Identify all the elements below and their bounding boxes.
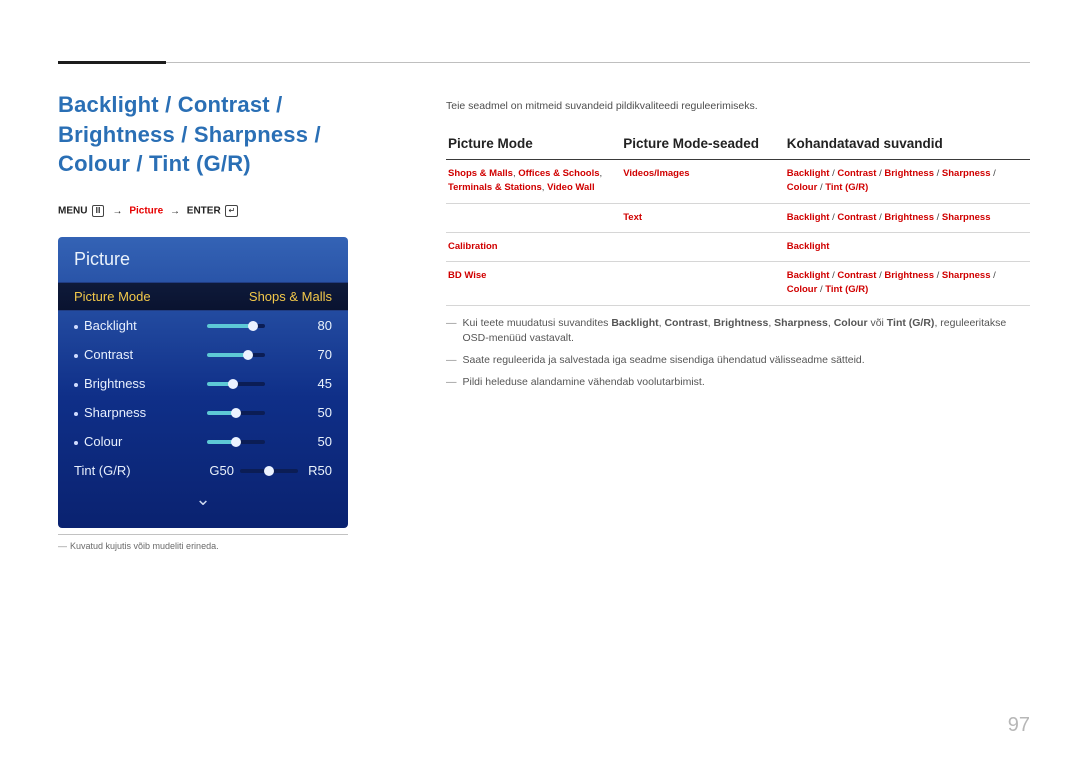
divider: [58, 534, 348, 535]
menu-icon: Ⅲ: [92, 205, 104, 217]
footnote-text: Kuvatud kujutis võib mudeliti erineda.: [70, 541, 219, 551]
arrow-icon: →: [113, 206, 123, 217]
table-cell: Videos/Images: [621, 160, 785, 204]
picture-panel: Picture Picture Mode Shops & Malls Backl…: [58, 237, 348, 528]
tint-slider[interactable]: [240, 469, 298, 473]
enter-label: ENTER: [187, 206, 221, 217]
picture-mode-label: Picture Mode: [74, 289, 151, 304]
chevron-down-icon[interactable]: ⌄: [58, 485, 348, 510]
menu-picture: Picture: [129, 206, 163, 217]
slider[interactable]: [207, 382, 265, 386]
slider-handle[interactable]: [248, 321, 258, 331]
table-cell: [621, 262, 785, 306]
table-row: Shops & Malls, Offices & Schools, Termin…: [446, 160, 1030, 204]
slider[interactable]: [207, 440, 265, 444]
tint-left-value: G50: [174, 463, 240, 478]
menu-path: MENU Ⅲ → Picture → ENTER ↵: [58, 205, 398, 217]
slider-label: Contrast: [84, 347, 133, 362]
table-row: Calibration Backlight: [446, 232, 1030, 261]
note-line: ―Kui teete muudatusi suvandites Backligh…: [446, 316, 1030, 348]
slider-value: 70: [298, 347, 332, 362]
intro-text: Teie seadmel on mitmeid suvandeid pildik…: [446, 100, 1030, 112]
footnote: ―Kuvatud kujutis võib mudeliti erineda.: [58, 541, 398, 551]
table-header-2: Picture Mode-seaded: [621, 132, 785, 160]
slider-value: 50: [298, 405, 332, 420]
slider-handle[interactable]: [231, 408, 241, 418]
table-cell: Backlight: [785, 232, 1030, 261]
slider-label: Backlight: [84, 318, 137, 333]
note-line: ―Saate reguleerida ja salvestada iga sea…: [446, 353, 1030, 369]
slider-row[interactable]: Brightness 45: [58, 369, 348, 398]
table-cell: Backlight / Contrast / Brightness / Shar…: [785, 160, 1030, 204]
slider-handle[interactable]: [231, 437, 241, 447]
tint-row[interactable]: Tint (G/R) G50 R50: [58, 456, 348, 485]
picture-mode-row[interactable]: Picture Mode Shops & Malls: [58, 282, 348, 311]
slider-row[interactable]: Sharpness 50: [58, 398, 348, 427]
slider-row[interactable]: Backlight 80: [58, 311, 348, 340]
table-cell: [446, 203, 621, 232]
note-line: ―Pildi heleduse alandamine vähendab vool…: [446, 375, 1030, 391]
panel-title: Picture: [58, 237, 348, 282]
table-cell: [621, 232, 785, 261]
enter-icon: ↵: [225, 205, 238, 217]
table-header-1: Picture Mode: [446, 132, 621, 160]
horizontal-rule-accent: [58, 61, 166, 64]
slider-row[interactable]: Colour 50: [58, 427, 348, 456]
slider-value: 80: [298, 318, 332, 333]
table-cell: BD Wise: [446, 262, 621, 306]
slider-row[interactable]: Contrast 70: [58, 340, 348, 369]
table-cell: Backlight / Contrast / Brightness / Shar…: [785, 262, 1030, 306]
slider[interactable]: [207, 411, 265, 415]
menu-label: MENU: [58, 206, 87, 217]
slider-value: 45: [298, 376, 332, 391]
slider-handle[interactable]: [264, 466, 274, 476]
table-row: BD Wise Backlight / Contrast / Brightness…: [446, 262, 1030, 306]
slider-handle[interactable]: [228, 379, 238, 389]
arrow-icon: →: [170, 206, 180, 217]
slider-label: Brightness: [84, 376, 145, 391]
slider-handle[interactable]: [243, 350, 253, 360]
tint-right-value: R50: [298, 463, 332, 478]
slider[interactable]: [207, 353, 265, 357]
table-cell: Text: [621, 203, 785, 232]
slider-label: Sharpness: [84, 405, 146, 420]
page-title: Backlight / Contrast / Brightness / Shar…: [58, 90, 398, 179]
tint-label: Tint (G/R): [74, 463, 131, 478]
table-header-3: Kohandatavad suvandid: [785, 132, 1030, 160]
slider-value: 50: [298, 434, 332, 449]
slider-label: Colour: [84, 434, 122, 449]
settings-table: Picture Mode Picture Mode-seaded Kohanda…: [446, 132, 1030, 306]
table-cell: Shops & Malls, Offices & Schools, Termin…: [446, 160, 621, 204]
notes-list: ―Kui teete muudatusi suvandites Backligh…: [446, 316, 1030, 391]
picture-mode-value: Shops & Malls: [249, 289, 332, 304]
page-number: 97: [1008, 714, 1030, 737]
slider[interactable]: [207, 324, 265, 328]
table-row: TextBacklight / Contrast / Brightness / …: [446, 203, 1030, 232]
table-cell: Backlight / Contrast / Brightness / Shar…: [785, 203, 1030, 232]
table-cell: Calibration: [446, 232, 621, 261]
horizontal-rule: [58, 62, 1030, 63]
